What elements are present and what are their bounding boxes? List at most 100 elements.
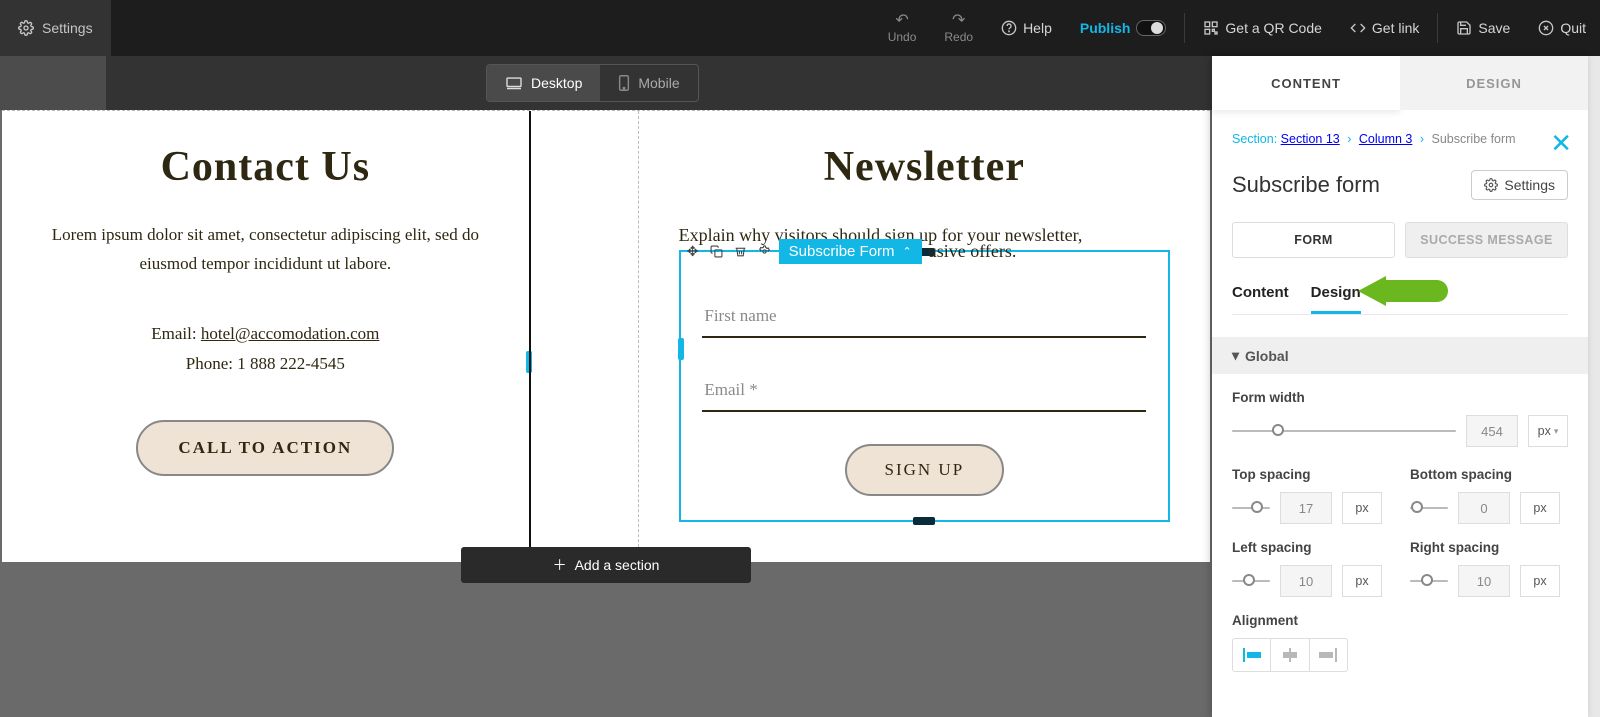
panel-title: Subscribe form xyxy=(1232,172,1380,198)
align-right-button[interactable] xyxy=(1309,639,1347,671)
qr-label: Get a QR Code xyxy=(1225,20,1322,36)
alignment-label: Alignment xyxy=(1232,613,1568,628)
chevron-up-icon: ⌃ xyxy=(903,245,912,258)
top-spacing-slider[interactable] xyxy=(1232,507,1270,509)
cta-button[interactable]: CALL TO ACTION xyxy=(136,420,394,476)
move-icon[interactable]: ✥ xyxy=(681,240,705,264)
publish-toggle[interactable] xyxy=(1136,20,1166,36)
page-content[interactable]: Contact Us Lorem ipsum dolor sit amet, c… xyxy=(2,110,1210,562)
subscribe-form-element[interactable]: ✥ Subscribe Form ⌃ usive offers. SIGN UP xyxy=(679,250,1170,522)
subtab-content[interactable]: Content xyxy=(1232,278,1289,314)
contact-email-line: Email: hotel@accomodation.com xyxy=(42,319,489,350)
contact-heading: Contact Us xyxy=(42,143,489,191)
align-left-button[interactable] xyxy=(1233,639,1270,671)
panel-tab-content[interactable]: CONTENT xyxy=(1212,56,1400,110)
panel-subtabs: Content Design xyxy=(1232,278,1568,315)
undo-icon: ↶ xyxy=(895,12,908,30)
bc-sep1: › xyxy=(1347,132,1351,146)
bottom-spacing-value[interactable] xyxy=(1458,492,1510,524)
top-spacing-value[interactable] xyxy=(1280,492,1332,524)
panel-title-row: Subscribe form Settings xyxy=(1232,170,1568,200)
contact-column[interactable]: Contact Us Lorem ipsum dolor sit amet, c… xyxy=(2,111,529,562)
qr-code-button[interactable]: Get a QR Code xyxy=(1189,0,1336,56)
left-spacing-value[interactable] xyxy=(1280,565,1332,597)
save-button[interactable]: Save xyxy=(1442,0,1524,56)
bottom-spacing-control: px xyxy=(1410,492,1568,524)
align-left-icon xyxy=(1243,648,1261,662)
first-name-input[interactable] xyxy=(702,296,1146,338)
right-spacing-value[interactable] xyxy=(1458,565,1510,597)
bc-current: Subscribe form xyxy=(1432,132,1516,146)
panel-scrollbar-gutter[interactable] xyxy=(1588,56,1600,717)
bc-section-link[interactable]: Section 13 xyxy=(1281,132,1340,146)
mobile-icon xyxy=(618,75,630,91)
subtab-design[interactable]: Design xyxy=(1311,278,1361,314)
settings-small-icon[interactable] xyxy=(753,240,777,264)
gear-small-icon xyxy=(1484,178,1498,192)
trash-icon[interactable] xyxy=(729,240,753,264)
bottom-spacing-slider[interactable] xyxy=(1410,507,1448,509)
align-center-icon xyxy=(1281,648,1299,662)
right-spacing-slider[interactable] xyxy=(1410,580,1448,582)
mobile-tab[interactable]: Mobile xyxy=(600,65,697,101)
element-label-badge[interactable]: Subscribe Form ⌃ xyxy=(779,239,922,264)
desktop-label: Desktop xyxy=(531,75,582,91)
align-center-button[interactable] xyxy=(1270,639,1308,671)
left-spacing-unit: px xyxy=(1342,565,1382,597)
save-icon xyxy=(1456,20,1472,36)
publish-label: Publish xyxy=(1080,20,1131,36)
bottom-spacing-label: Bottom spacing xyxy=(1410,467,1568,482)
bottom-spacing-unit: px xyxy=(1520,492,1560,524)
left-spacing-label: Left spacing xyxy=(1232,540,1390,555)
pill-success[interactable]: SUCCESS MESSAGE xyxy=(1405,222,1568,258)
help-label: Help xyxy=(1023,20,1052,36)
left-spacing-control: px xyxy=(1232,565,1390,597)
email-input[interactable] xyxy=(702,370,1146,412)
newsletter-column[interactable]: Newsletter Explain why visitors should s… xyxy=(639,111,1210,562)
form-settings-button[interactable]: Settings xyxy=(1471,170,1568,200)
add-section-button[interactable]: ＋ Add a section xyxy=(461,547,751,583)
align-right-icon xyxy=(1319,648,1337,662)
newsletter-line2-frag: usive offers. xyxy=(928,241,1017,262)
bc-sep2: › xyxy=(1420,132,1424,146)
global-section-header[interactable]: ▾ Global xyxy=(1212,337,1588,374)
signup-button[interactable]: SIGN UP xyxy=(845,444,1005,496)
bc-section-label: Section: xyxy=(1232,132,1277,146)
getlink-label: Get link xyxy=(1372,20,1419,36)
undo-label: Undo xyxy=(888,30,917,44)
publish-button[interactable]: Publish xyxy=(1066,0,1181,56)
desktop-tab[interactable]: Desktop xyxy=(487,65,600,101)
caret-icon: ▾ xyxy=(1554,426,1559,437)
help-link[interactable]: Help xyxy=(987,0,1066,56)
pill-form[interactable]: FORM xyxy=(1232,222,1395,258)
form-width-unit[interactable]: px▾ xyxy=(1528,415,1568,447)
panel-body: ✕ Section: Section 13 › Column 3 › Subsc… xyxy=(1212,110,1588,717)
right-spacing-control: px xyxy=(1410,565,1568,597)
email-link[interactable]: hotel@accomodation.com xyxy=(201,324,380,343)
quit-button[interactable]: Quit xyxy=(1524,0,1600,56)
left-spacing-slider[interactable] xyxy=(1232,580,1270,582)
device-switch: Desktop Mobile xyxy=(486,64,699,102)
form-width-slider[interactable] xyxy=(1232,430,1456,432)
undo-button[interactable]: ↶ Undo xyxy=(874,12,931,44)
right-spacing-label: Right spacing xyxy=(1410,540,1568,555)
form-width-value[interactable] xyxy=(1466,415,1518,447)
middle-column[interactable] xyxy=(529,111,639,562)
resize-handle-left[interactable] xyxy=(678,338,684,360)
canvas-area: Contact Us Lorem ipsum dolor sit amet, c… xyxy=(0,110,1212,717)
top-toolbar: Settings ↶ Undo ↷ Redo Help Publish Get … xyxy=(0,0,1600,56)
bc-column-link[interactable]: Column 3 xyxy=(1359,132,1413,146)
get-link-button[interactable]: Get link xyxy=(1336,0,1433,56)
duplicate-icon[interactable] xyxy=(705,240,729,264)
panel-tab-design[interactable]: DESIGN xyxy=(1400,56,1588,110)
panel-close-icon[interactable]: ✕ xyxy=(1550,128,1572,159)
contact-phone-line: Phone: 1 888 222-4545 xyxy=(42,349,489,380)
annotation-arrow-icon xyxy=(1358,272,1448,314)
form-state-tabs: FORM SUCCESS MESSAGE xyxy=(1232,222,1568,258)
top-spacing-label: Top spacing xyxy=(1232,467,1390,482)
quit-label: Quit xyxy=(1560,20,1586,36)
redo-button[interactable]: ↷ Redo xyxy=(930,12,987,44)
form-bottom-handle[interactable] xyxy=(913,517,935,525)
right-panel: CONTENT DESIGN ✕ Section: Section 13 › C… xyxy=(1212,56,1588,717)
settings-button[interactable]: Settings xyxy=(0,0,111,56)
